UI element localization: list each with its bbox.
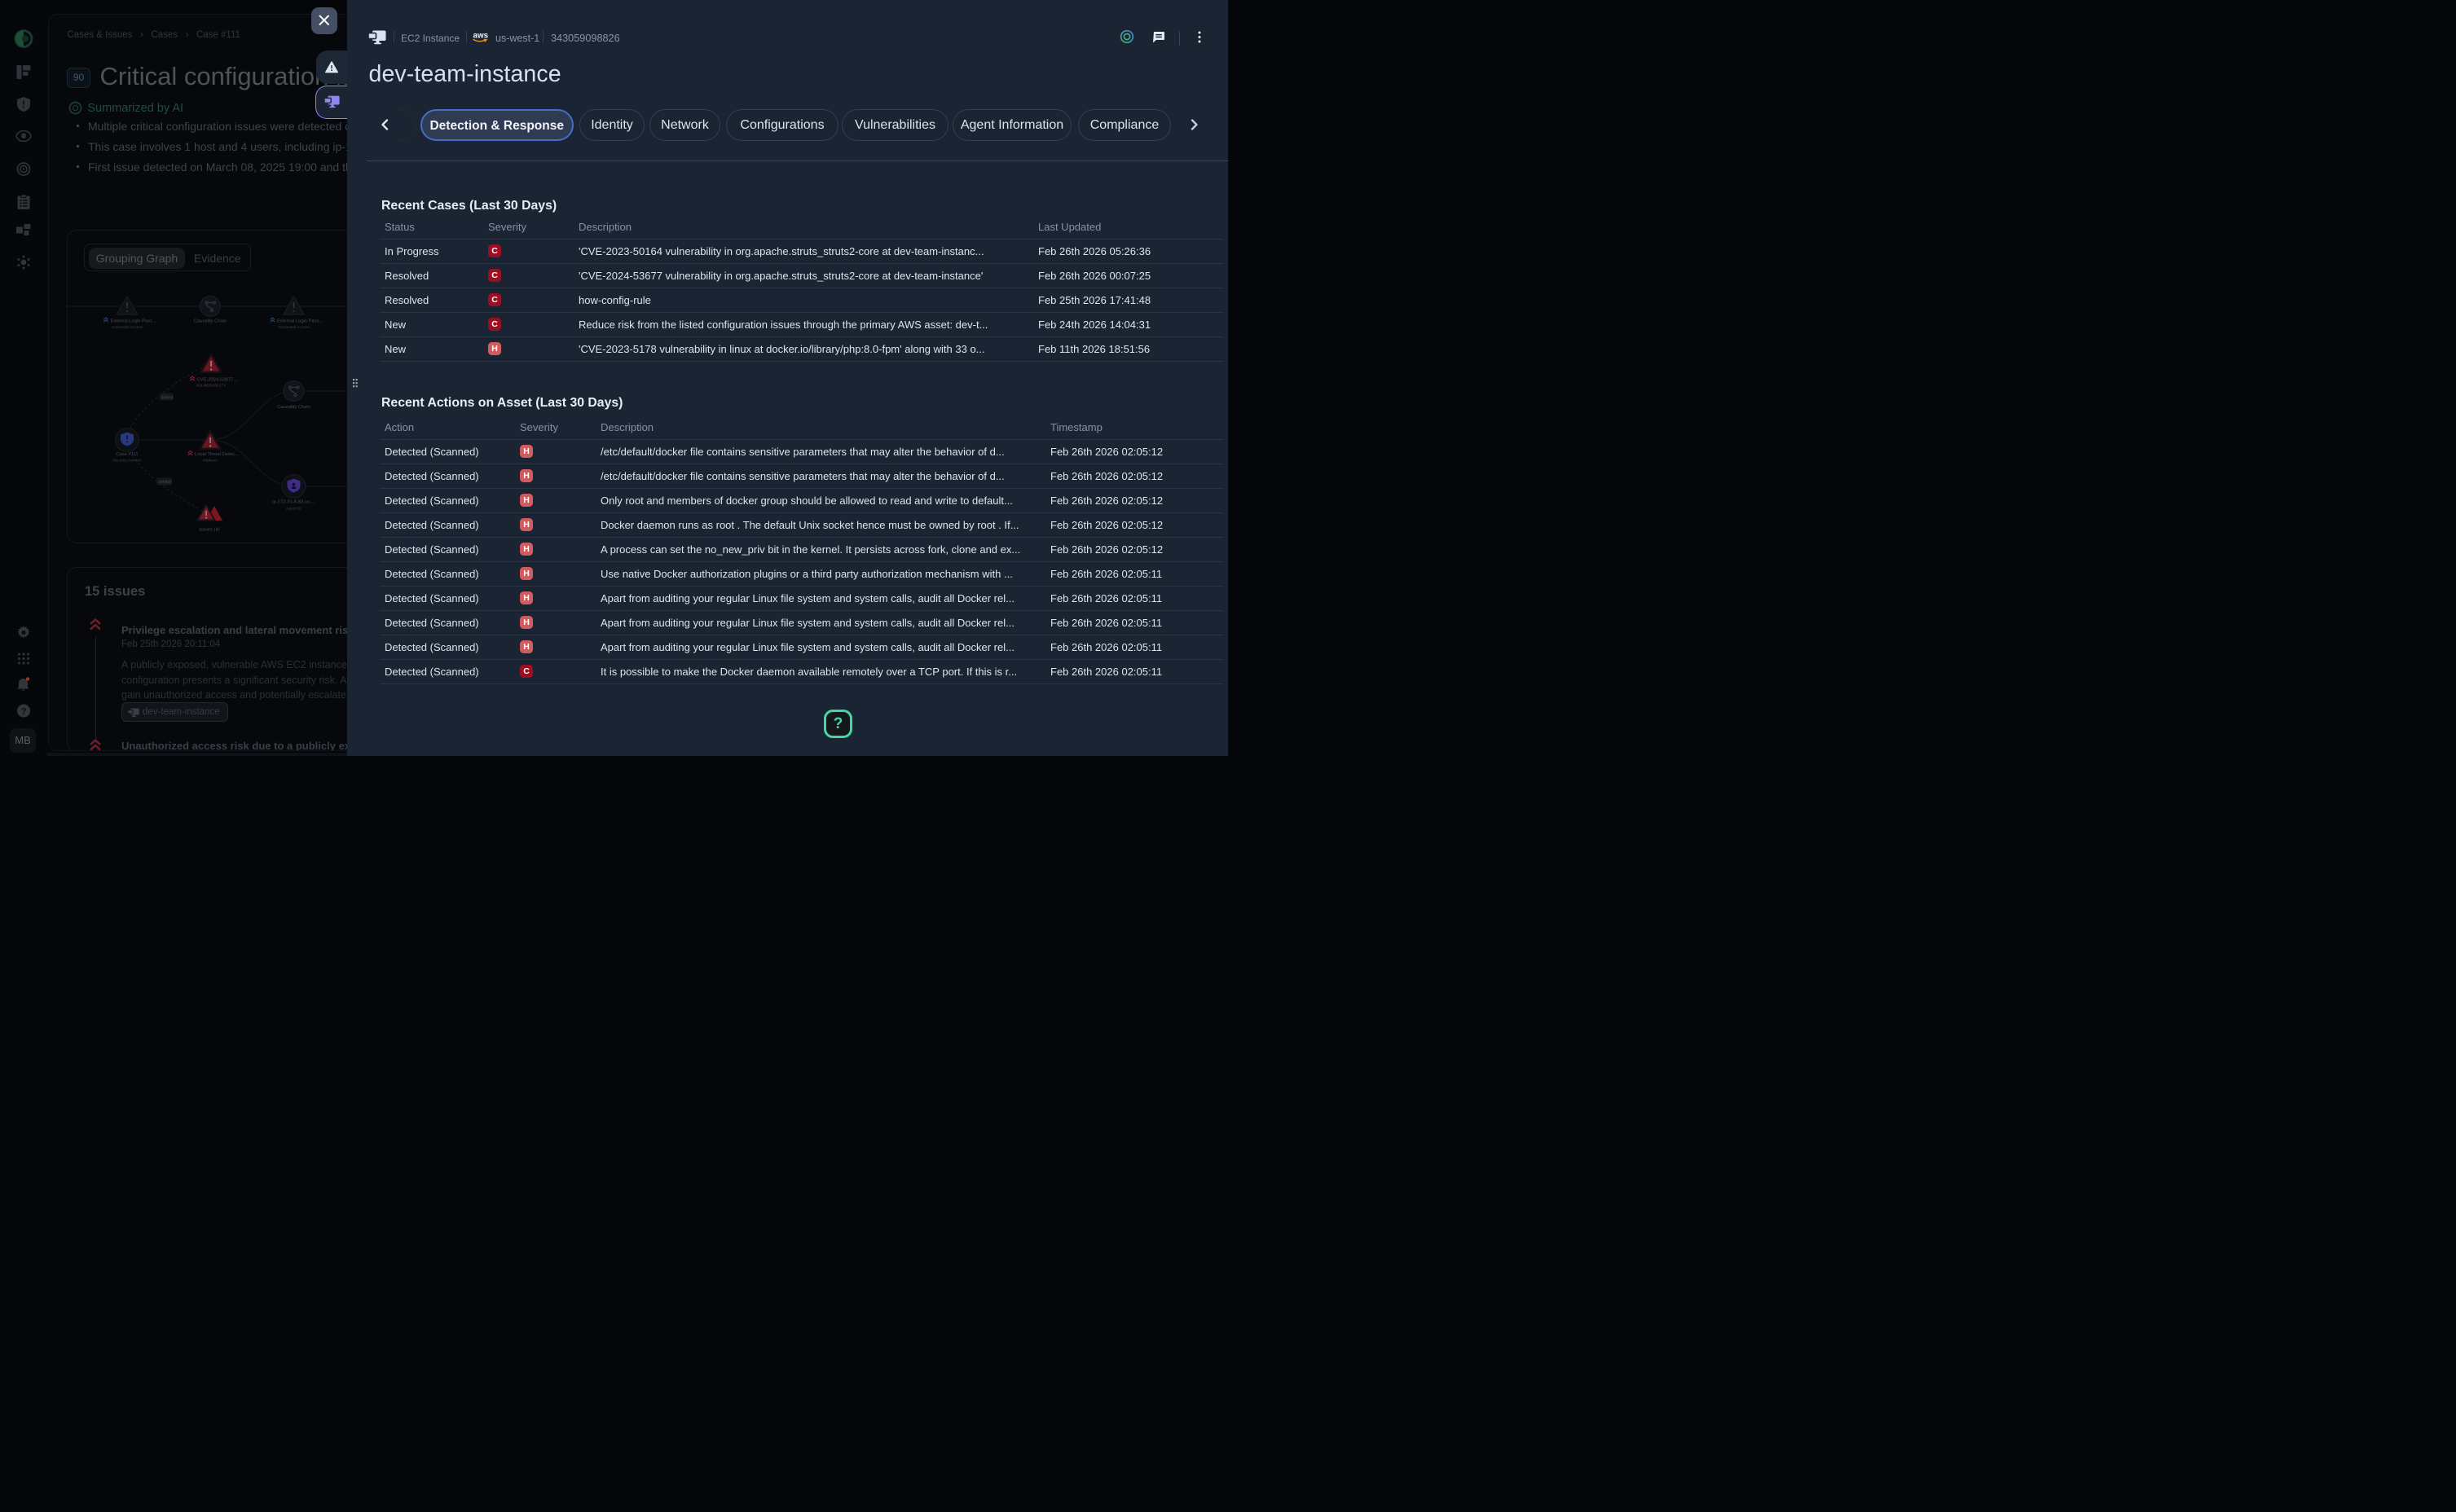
- svg-text:Issues (4): Issues (4): [199, 528, 220, 533]
- svg-text:External Login Pass...: External Login Pass...: [277, 319, 324, 324]
- svg-text:Agent ID: Agent ID: [286, 507, 301, 512]
- svg-text:Causality Chain: Causality Chain: [277, 405, 310, 410]
- svg-text:similar: similar: [159, 480, 172, 485]
- svg-text:External Login Pass...: External Login Pass...: [111, 319, 157, 324]
- svg-text:Causality Chain: Causality Chain: [194, 319, 227, 324]
- svg-text:CVE-2024-53677 ...: CVE-2024-53677 ...: [197, 378, 240, 383]
- svg-text:Case #111: Case #111: [116, 452, 138, 457]
- svg-text:VULNERABILITY: VULNERABILITY: [196, 384, 227, 389]
- svg-text:Security Domain: Security Domain: [112, 459, 142, 464]
- svg-text:Local Threat Detec...: Local Threat Detec...: [195, 452, 239, 457]
- svg-text:Credential Access: Credential Access: [278, 325, 310, 330]
- svg-text:?: ?: [20, 707, 26, 717]
- svg-text:ip-172-31-8-83.us-...: ip-172-31-8-83.us-...: [272, 500, 315, 505]
- svg-text:Credential Access: Credential Access: [112, 325, 143, 330]
- svg-text:aws: aws: [473, 32, 489, 41]
- svg-text:linked: linked: [161, 395, 173, 400]
- svg-text:Malware: Malware: [203, 459, 218, 464]
